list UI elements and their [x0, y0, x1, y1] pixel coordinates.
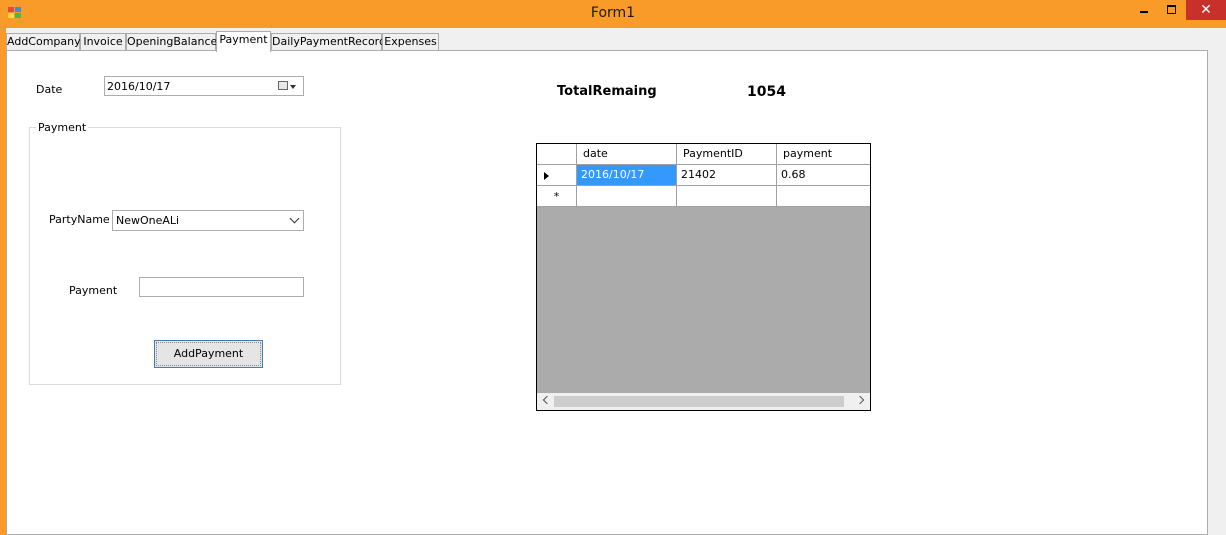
scroll-thumb[interactable] — [554, 396, 844, 407]
tab-invoice[interactable]: Invoice — [80, 33, 126, 50]
column-header-payment[interactable]: payment — [777, 144, 870, 165]
maximize-button[interactable] — [1158, 0, 1184, 20]
party-name-label: PartyName — [49, 213, 110, 226]
add-payment-button[interactable]: AddPayment — [154, 340, 263, 368]
payment-label: Payment — [69, 284, 118, 297]
horizontal-scrollbar[interactable] — [537, 393, 870, 410]
tab-expenses[interactable]: Expenses — [382, 33, 439, 50]
cell-paymentid[interactable]: 21402 — [677, 165, 777, 186]
close-button[interactable]: ✕ — [1186, 0, 1226, 20]
cell-payment[interactable]: 0.68 — [777, 165, 870, 186]
new-cell-date[interactable] — [577, 186, 677, 207]
column-header-date[interactable]: date — [577, 144, 677, 165]
date-value: 2016/10/17 — [107, 80, 171, 93]
scroll-right-icon[interactable] — [855, 395, 865, 405]
total-remaining-value: 1054 — [747, 84, 786, 100]
table-row[interactable]: 2016/10/17 21402 0.68 — [537, 165, 870, 186]
grid-header-row: date PaymentID payment — [537, 144, 870, 165]
grid-corner-header[interactable] — [537, 144, 577, 165]
payment-group-title: Payment — [36, 121, 89, 134]
new-row-marker: * — [537, 186, 577, 207]
party-name-value: NewOneALi — [116, 214, 180, 227]
title-bar[interactable]: Form1 ✕ — [0, 0, 1226, 28]
party-name-combobox[interactable]: NewOneALi — [112, 210, 304, 231]
cell-date[interactable]: 2016/10/17 — [577, 165, 677, 186]
chevron-down-icon[interactable] — [289, 213, 300, 224]
date-label: Date — [36, 83, 63, 96]
tab-dailypaymentrecord[interactable]: DailyPaymentRecord — [271, 33, 386, 50]
window-title: Form1 — [590, 5, 636, 21]
column-header-paymentid[interactable]: PaymentID — [677, 144, 777, 165]
payment-input[interactable] — [139, 277, 304, 297]
new-cell-paymentid[interactable] — [677, 186, 777, 207]
row-header[interactable] — [537, 165, 577, 186]
tab-payment[interactable]: Payment — [216, 31, 271, 52]
calendar-icon[interactable] — [278, 81, 288, 90]
new-row[interactable]: * — [537, 186, 870, 207]
tab-addcompany[interactable]: AddCompany — [6, 33, 81, 50]
total-remaining-label: TotalRemaing — [557, 84, 657, 99]
date-picker[interactable]: 2016/10/17 — [104, 76, 304, 96]
scroll-left-icon[interactable] — [542, 395, 552, 405]
tab-openingbalance[interactable]: OpeningBalance — [126, 33, 217, 50]
payment-datagrid[interactable]: date PaymentID payment 2016/10/17 21402 … — [536, 143, 871, 411]
client-area: AddCompany Invoice OpeningBalance Paymen… — [6, 28, 1226, 535]
minimize-button[interactable] — [1131, 0, 1157, 20]
payment-tab-page: Date 2016/10/17 Payment PartyName NewOne… — [6, 50, 1208, 535]
tab-strip: AddCompany Invoice OpeningBalance Paymen… — [6, 31, 1226, 52]
row-pointer-icon — [544, 172, 549, 180]
new-cell-payment[interactable] — [777, 186, 870, 207]
chevron-down-icon[interactable] — [290, 85, 296, 89]
